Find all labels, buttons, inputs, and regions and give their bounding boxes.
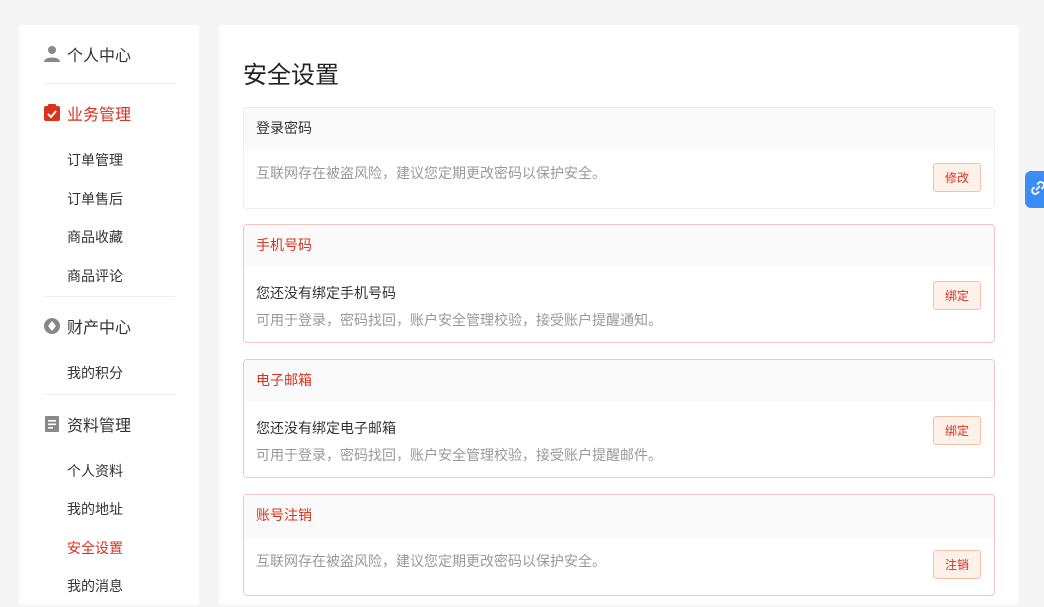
card-description: 可用于登录，密码找回，账户安全管理校验，接受账户提醒邮件。 [256,448,662,464]
card-header: 账号注销 [244,495,994,537]
card-status: 您还没有绑定手机号码 [256,286,396,302]
modify-password-button[interactable]: 修改 [933,163,981,192]
sidebar-group-assets: 财产中心 我的积分 [43,297,175,395]
page-title: 安全设置 [243,61,339,89]
sidebar: 个人中心 业务管理 订单管理 订单售后 商品收藏 商品评论 财产中心 我的积分 [19,25,199,605]
sidebar-item-after-sales[interactable]: 订单售后 [43,181,175,220]
card-body: 互联网存在被盗风险，建议您定期更改密码以保护安全。 注销 [244,537,994,595]
link-icon [1031,180,1044,199]
sidebar-item-security[interactable]: 安全设置 [43,530,175,569]
sidebar-item-personal-info[interactable]: 个人资料 [43,453,175,492]
sidebar-group-title-personal[interactable]: 个人中心 [43,25,175,83]
floating-link-tab[interactable] [1025,171,1044,208]
card-body: 您还没有绑定手机号码 可用于登录，密码找回，账户安全管理校验，接受账户提醒通知。… [244,267,994,342]
sidebar-item-reviews[interactable]: 商品评论 [43,258,175,297]
sidebar-group-business: 业务管理 订单管理 订单售后 商品收藏 商品评论 [43,84,175,297]
clipboard-icon [43,104,61,122]
profile-card-icon [43,415,61,433]
group-label: 业务管理 [67,105,132,124]
main-panel: 安全设置 登录密码 互联网存在被盗风险，建议您定期更改密码以保护安全。 修改 手… [219,25,1019,605]
card-description: 互联网存在被盗风险，建议您定期更改密码以保护安全。 [256,166,606,182]
bind-phone-button[interactable]: 绑定 [933,281,981,310]
user-icon [43,45,61,63]
card-body: 互联网存在被盗风险，建议您定期更改密码以保护安全。 修改 [244,150,994,208]
sidebar-item-points[interactable]: 我的积分 [43,355,175,394]
card-body: 您还没有绑定电子邮箱 可用于登录，密码找回，账户安全管理校验，接受账户提醒邮件。… [244,402,994,477]
diamond-icon [43,317,61,335]
sidebar-group-title-assets[interactable]: 财产中心 [43,297,175,355]
group-label: 资料管理 [67,415,132,435]
group-label: 财产中心 [67,318,132,337]
sidebar-item-messages[interactable]: 我的消息 [43,568,175,607]
sidebar-group-title-business[interactable]: 业务管理 [43,84,175,142]
sidebar-group-personal: 个人中心 [43,25,175,84]
bind-email-button[interactable]: 绑定 [933,416,981,445]
sidebar-item-favorites[interactable]: 商品收藏 [43,219,175,258]
card-header: 电子邮箱 [244,360,994,402]
cancel-account-button[interactable]: 注销 [933,550,981,579]
card-header: 手机号码 [244,225,994,267]
card-status: 您还没有绑定电子邮箱 [256,421,396,437]
sidebar-group-title-profile[interactable]: 资料管理 [43,395,175,453]
card-phone: 手机号码 您还没有绑定手机号码 可用于登录，密码找回，账户安全管理校验，接受账户… [243,224,995,343]
card-description: 互联网存在被盗风险，建议您定期更改密码以保护安全。 [256,554,606,570]
card-login-password: 登录密码 互联网存在被盗风险，建议您定期更改密码以保护安全。 修改 [243,107,995,209]
sidebar-item-addresses[interactable]: 我的地址 [43,491,175,530]
group-label: 个人中心 [67,46,132,65]
sidebar-group-profile: 资料管理 个人资料 我的地址 安全设置 我的消息 [43,395,175,607]
card-email: 电子邮箱 您还没有绑定电子邮箱 可用于登录，密码找回，账户安全管理校验，接受账户… [243,359,995,478]
card-description: 可用于登录，密码找回，账户安全管理校验，接受账户提醒通知。 [256,313,662,329]
sidebar-item-orders[interactable]: 订单管理 [43,142,175,181]
card-account-cancel: 账号注销 互联网存在被盗风险，建议您定期更改密码以保护安全。 注销 [243,494,995,596]
card-header: 登录密码 [244,108,994,150]
